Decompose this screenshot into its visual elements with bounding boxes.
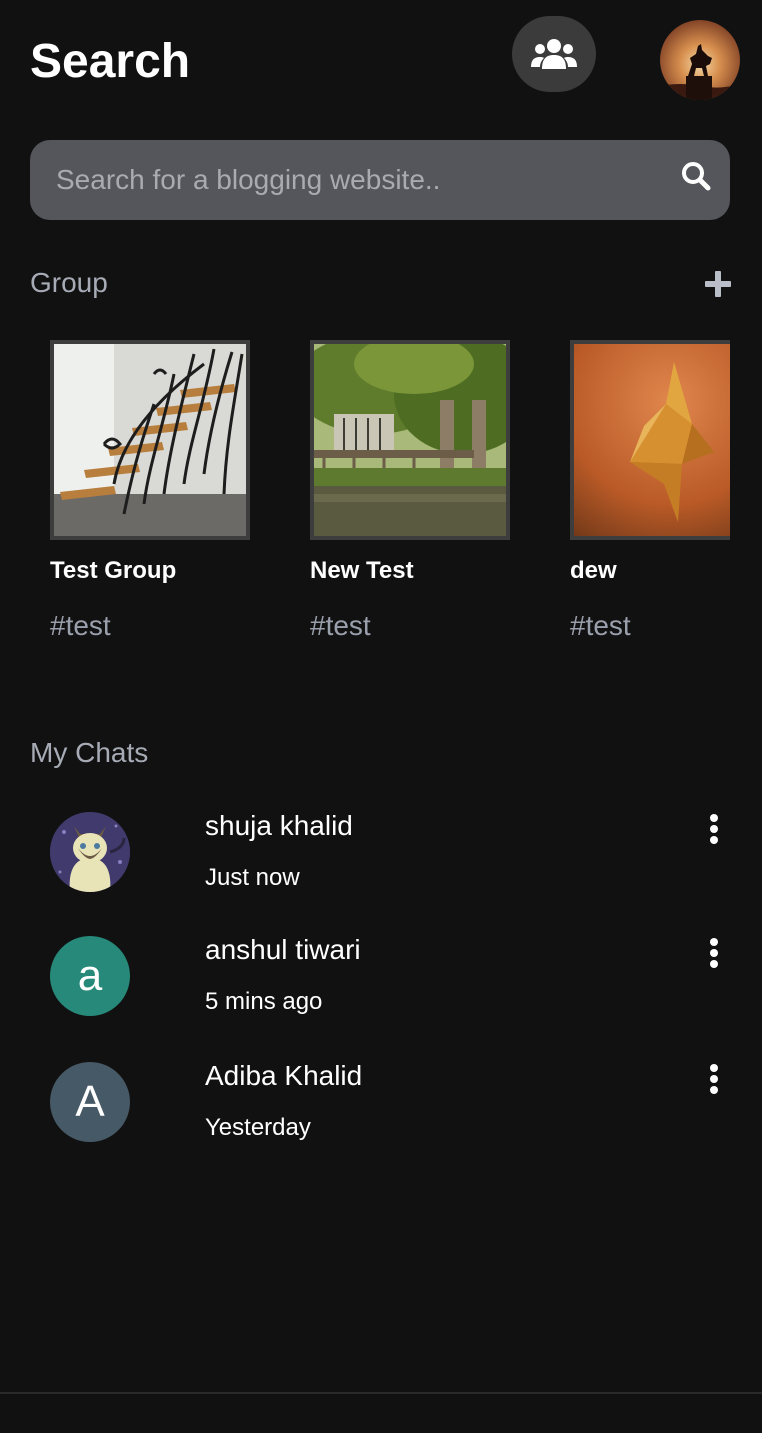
group-tag: #test xyxy=(310,610,371,641)
chat-name: shuja khalid xyxy=(205,810,353,841)
chat-timestamp: 5 mins ago xyxy=(205,988,323,1015)
search-bar xyxy=(30,140,730,220)
more-vertical-icon[interactable] xyxy=(700,812,728,848)
header: Search xyxy=(0,0,762,120)
users-icon xyxy=(531,39,577,69)
group-card[interactable]: Test Group #test xyxy=(50,340,250,642)
group-card[interactable]: New Test #test xyxy=(310,340,510,642)
group-name: Test Group xyxy=(50,557,177,584)
search-input[interactable] xyxy=(56,140,676,220)
groups-button[interactable] xyxy=(512,16,596,92)
chat-name: Adiba Khalid xyxy=(205,1060,363,1091)
chat-timestamp: Just now xyxy=(205,864,300,891)
avatar: A xyxy=(50,1062,130,1142)
groups-carousel[interactable]: Test Group #test New Test #test dew #tes… xyxy=(50,340,730,660)
search-icon[interactable] xyxy=(680,160,712,192)
pond-bridge-image xyxy=(310,340,510,540)
chat-name: anshul tiwari xyxy=(205,934,361,965)
more-vertical-icon[interactable] xyxy=(700,1062,728,1098)
staircase-image xyxy=(50,340,250,540)
chats-section-label: My Chats xyxy=(30,737,149,768)
page-title: Search xyxy=(30,35,191,88)
group-tag: #test xyxy=(570,610,631,641)
group-card[interactable]: dew #test xyxy=(570,340,730,642)
group-tag: #test xyxy=(50,610,111,641)
chat-item[interactable]: shuja khalid Just now xyxy=(0,810,762,922)
origami-crane-image xyxy=(570,340,730,540)
chat-item[interactable]: a anshul tiwari 5 mins ago xyxy=(0,934,762,1046)
chat-item[interactable]: A Adiba Khalid Yesterday xyxy=(0,1060,762,1172)
group-name: dew xyxy=(570,557,617,584)
bottom-navigation-bar xyxy=(0,1392,762,1433)
group-name: New Test xyxy=(310,557,414,584)
chat-timestamp: Yesterday xyxy=(205,1114,311,1141)
avatar xyxy=(50,812,130,892)
avatar: a xyxy=(50,936,130,1016)
profile-avatar[interactable] xyxy=(660,20,740,100)
group-section-label: Group xyxy=(30,267,108,298)
more-vertical-icon[interactable] xyxy=(700,936,728,972)
plus-icon[interactable] xyxy=(702,268,734,300)
